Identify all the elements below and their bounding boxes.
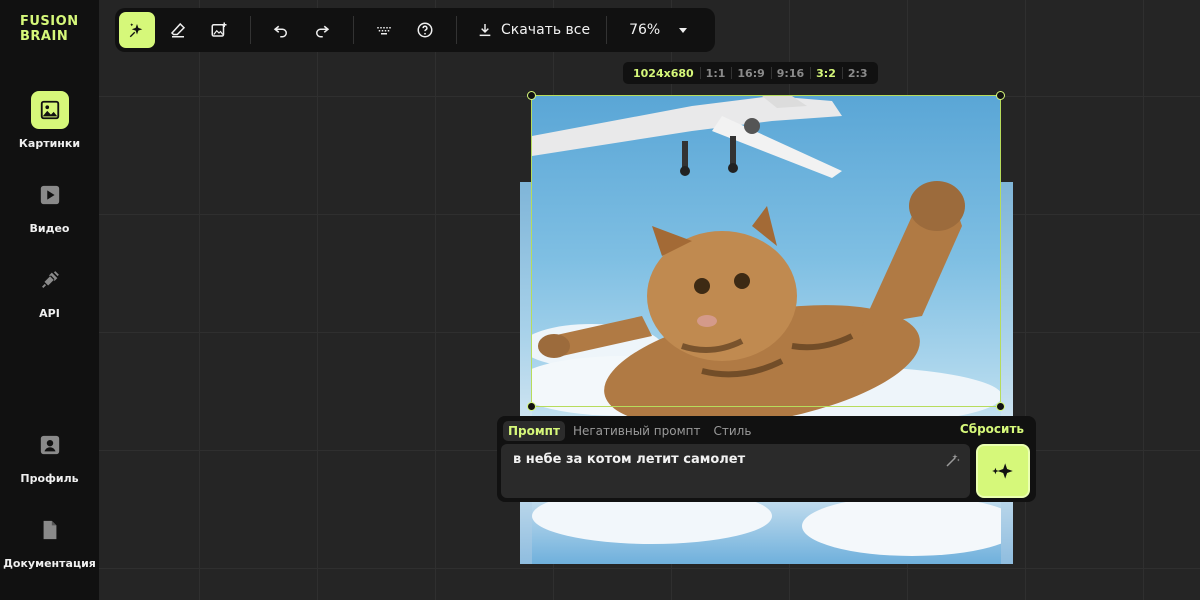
prompt-input[interactable] [501,444,970,498]
magic-generate-button[interactable] [119,12,155,48]
sidebar-item-label: Документация [3,557,96,570]
download-all-label: Скачать все [501,22,591,38]
app-logo[interactable]: FUSION BRAIN [20,14,79,44]
redo-button[interactable] [304,12,340,48]
profile-icon [31,426,69,464]
help-button[interactable] [407,12,443,48]
prompt-tabs: Промпт Негативный промпт Стиль [503,421,759,441]
ratio-option-1-1[interactable]: 1:1 [699,62,732,84]
sidebar-item-api[interactable]: API [0,261,99,320]
zoom-value: 76% [629,22,661,38]
image-icon [30,91,69,129]
download-all-button[interactable]: Скачать все [469,12,598,48]
sidebar-item-images[interactable]: Картинки [0,91,99,150]
resize-handle-bottom-right[interactable] [996,402,1005,411]
image-size-label: 1024x680 [633,66,694,80]
toolbar-divider [606,16,608,44]
sparkle-icon [992,463,1013,479]
toolbar-divider [456,16,457,44]
ratio-option-16-9[interactable]: 16:9 [731,62,770,84]
selection-frame[interactable] [527,91,1005,411]
sidebar-item-video[interactable]: Видео [0,176,99,235]
help-icon [417,22,433,38]
document-icon [31,511,69,549]
magic-wand-button[interactable] [945,452,961,472]
resize-handle-top-left[interactable] [527,91,536,100]
sidebar-item-docs[interactable]: Документация [0,511,99,570]
play-icon [31,176,69,214]
sidebar-item-label: API [39,307,60,320]
sidebar-item-label: Профиль [20,472,79,485]
generate-button[interactable] [976,444,1030,498]
aspect-ratio-bar: 1024x680 1:1 16:9 9:16 3:2 2:3 [623,62,878,84]
toolbar-divider [353,16,354,44]
sidebar-item-label: Картинки [18,137,81,150]
plug-icon [31,261,69,299]
resize-handle-bottom-left[interactable] [527,402,536,411]
magic-wand-icon [946,454,960,467]
undo-icon [273,25,287,38]
tab-style[interactable]: Стиль [709,421,757,441]
keyboard-icon [377,27,391,35]
magic-generate-icon [129,23,143,38]
add-image-icon [211,22,227,37]
prompt-panel: Промпт Негативный промпт Стиль Сбросить [497,416,1036,502]
tab-negative-prompt[interactable]: Негативный промпт [568,421,706,441]
undo-button[interactable] [263,12,299,48]
eraser-icon [170,22,186,38]
sidebar-item-label: Видео [29,222,70,235]
sidebar-item-profile[interactable]: Профиль [0,426,99,485]
toolbar: Скачать все 76% [115,8,715,52]
add-image-button[interactable] [201,12,237,48]
zoom-dropdown[interactable]: 76% [619,12,688,48]
keyboard-button[interactable] [366,12,402,48]
toolbar-divider [250,16,251,44]
reset-button[interactable]: Сбросить [960,422,1024,436]
download-icon [479,24,491,37]
logo-line-1: FUSION [20,14,79,29]
ratio-option-2-3[interactable]: 2:3 [841,62,874,84]
sidebar: FUSION BRAIN Картинки Видео API Профиль … [0,0,99,600]
chevron-down-icon [679,28,688,33]
eraser-button[interactable] [160,12,196,48]
logo-line-2: BRAIN [20,29,69,44]
ratio-option-9-16[interactable]: 9:16 [770,62,810,84]
redo-icon [316,25,330,38]
tab-prompt[interactable]: Промпт [503,421,565,441]
ratio-option-3-2[interactable]: 3:2 [810,62,842,84]
resize-handle-top-right[interactable] [996,91,1005,100]
